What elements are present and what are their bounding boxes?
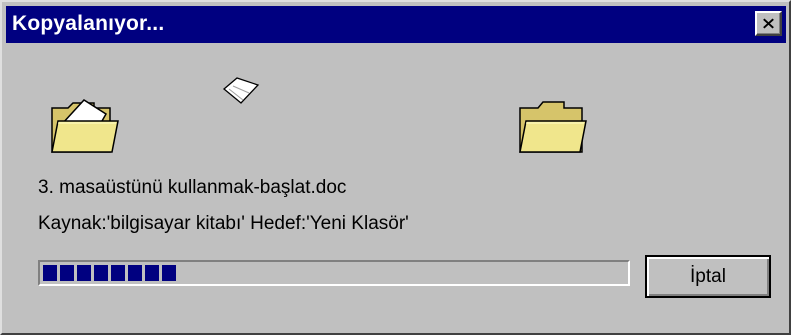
title-bar[interactable]: Kopyalanıyor... xyxy=(6,6,786,43)
progress-block xyxy=(162,265,176,281)
window-title: Kopyalanıyor... xyxy=(12,12,165,35)
progress-block xyxy=(43,265,57,281)
progress-block xyxy=(77,265,91,281)
progress-block xyxy=(128,265,142,281)
source-destination-text: Kaynak:'bilgisayar kitabı' Hedef:'Yeni K… xyxy=(38,213,409,234)
progress-block xyxy=(94,265,108,281)
current-file-name: 3. masaüstünü kullanmak-başlat.doc xyxy=(38,177,347,198)
progress-block xyxy=(60,265,74,281)
progress-block xyxy=(111,265,125,281)
copy-progress-dialog: Kopyalanıyor... 3. masaüstünü kullanmak-… xyxy=(0,0,791,335)
close-button[interactable] xyxy=(755,11,782,36)
folder-icon xyxy=(519,101,587,153)
copy-progress-bar xyxy=(38,260,630,286)
progress-block xyxy=(145,265,159,281)
close-icon xyxy=(763,18,774,29)
open-folder-icon xyxy=(51,99,119,153)
cancel-button[interactable]: İptal xyxy=(645,255,771,298)
paper-document-icon xyxy=(222,77,260,104)
